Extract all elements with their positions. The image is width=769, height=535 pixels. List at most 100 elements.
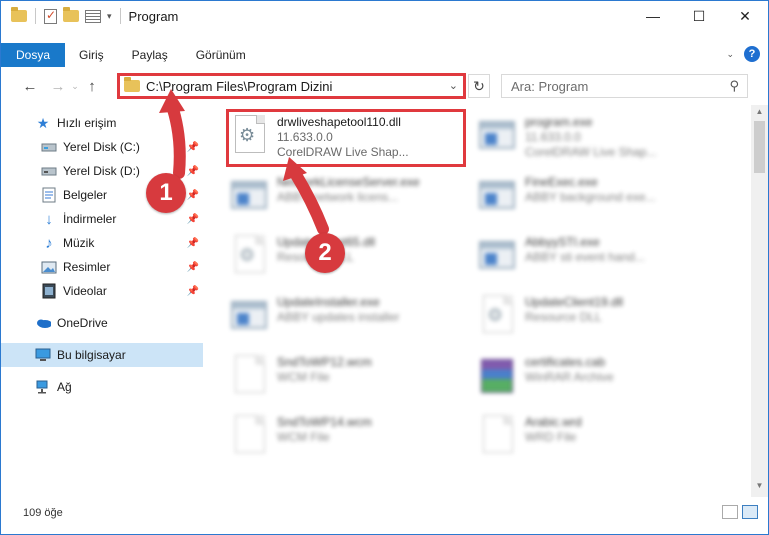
file-tile[interactable]: ⚙ UpdateClient65.dll Resource DLL (229, 231, 469, 289)
drive-icon (41, 163, 57, 179)
ribbon-tabs: Dosya Giriş Paylaş Görünüm ⌄ ? (1, 43, 768, 67)
ribbon-right-controls: ⌄ ? (726, 46, 760, 62)
file-tile[interactable]: ⚙ UpdateClient19.dll Resource DLL (477, 291, 717, 349)
tab-home[interactable]: Giriş (65, 43, 118, 67)
maximize-button[interactable]: ☐ (676, 1, 722, 31)
file-tile[interactable]: certificates.cab WinRAR Archive (477, 351, 717, 409)
item-count: 109 öğe (23, 507, 63, 519)
nav-item-label: Bu bilgisayar (57, 348, 126, 362)
exe-icon (229, 175, 269, 221)
address-path[interactable]: C:\Program Files\Program Dizini (146, 79, 332, 94)
close-button[interactable]: ✕ (722, 1, 768, 31)
exe-icon (477, 235, 517, 281)
file-tile[interactable]: FineExec.exe ABBY background exe... (477, 171, 717, 229)
file-version: 11.633.0.0 (525, 130, 581, 144)
details-view-icon[interactable] (722, 505, 738, 519)
file-description: ABBY background exe... (525, 190, 656, 204)
file-icon (229, 415, 269, 461)
new-folder-icon[interactable] (63, 7, 79, 22)
view-icon[interactable] (85, 9, 101, 23)
status-bar: 109 öğe (1, 501, 768, 525)
nav-item-pictures[interactable]: Resimler 📌 (1, 255, 203, 279)
pin-icon[interactable]: 📌 (187, 142, 199, 153)
file-icon (477, 415, 517, 461)
toolbar-divider (35, 8, 36, 24)
nav-this-pc[interactable]: Bu bilgisayar (1, 343, 203, 367)
title-bar: ▾ Program — ☐ ✕ (1, 1, 768, 31)
network-icon (35, 379, 51, 395)
nav-item-label: Videolar (63, 284, 107, 298)
explorer-window: ▾ Program — ☐ ✕ Dosya Giriş Paylaş Görün… (0, 0, 769, 535)
customize-toolbar-chevron-icon[interactable]: ▾ (107, 11, 112, 22)
tab-file[interactable]: Dosya (1, 43, 65, 67)
videos-icon (41, 283, 57, 299)
file-tile[interactable]: NetworkLicenseServer.exe ABBY network li… (229, 171, 469, 229)
nav-quick-access[interactable]: ★ Hızlı erişim (1, 111, 203, 135)
forward-arrow-icon[interactable]: → (47, 78, 69, 95)
file-tile[interactable]: AbbyySTI.exe ABBY sti event hand... (477, 231, 717, 289)
minimize-button[interactable]: — (630, 1, 676, 31)
folder-icon (11, 7, 27, 22)
file-name: FineExec.exe (525, 175, 598, 189)
expand-ribbon-chevron-icon[interactable]: ⌄ (726, 49, 734, 60)
pin-icon[interactable]: 📌 (187, 190, 199, 201)
scroll-up-icon[interactable]: ▲ (751, 107, 768, 121)
nav-onedrive[interactable]: OneDrive (1, 311, 203, 335)
scroll-down-icon[interactable]: ▼ (751, 481, 768, 495)
nav-network[interactable]: Ağ (1, 375, 203, 399)
pin-icon[interactable]: 📌 (187, 262, 199, 273)
scrollbar-thumb[interactable] (754, 121, 765, 173)
file-name: certificates.cab (525, 355, 606, 369)
exe-icon (477, 175, 517, 221)
file-name: Arabic.wrd (525, 415, 582, 429)
recent-locations-chevron-icon[interactable]: ⌄ (69, 81, 81, 92)
vertical-scrollbar[interactable]: ▲ ▼ (751, 105, 768, 497)
nav-item-c-drive[interactable]: Yerel Disk (C:) 📌 (1, 135, 203, 159)
address-bar[interactable]: C:\Program Files\Program Dizini ⌄ (117, 73, 466, 99)
tab-view[interactable]: Görünüm (182, 43, 260, 67)
file-name: NetworkLicenseServer.exe (277, 175, 420, 189)
file-description: ABBY network licens... (277, 190, 399, 204)
file-tile[interactable]: program.exe 11.633.0.0 CorelDRAW Live Sh… (477, 111, 717, 169)
nav-item-label: Hızlı erişim (57, 116, 117, 130)
quick-access-toolbar: ▾ (1, 1, 123, 31)
help-icon[interactable]: ? (744, 46, 760, 62)
file-description: ABBY updates installer (277, 310, 400, 324)
file-description: CorelDRAW Live Shap... (525, 145, 657, 159)
file-tile[interactable]: UpdateInstaller.exe ABBY updates install… (229, 291, 469, 349)
nav-item-music[interactable]: ♪ Müzik 📌 (1, 231, 203, 255)
nav-item-videos[interactable]: Videolar 📌 (1, 279, 203, 303)
file-description: WCM File (277, 430, 330, 444)
file-description: WinRAR Archive (525, 370, 614, 384)
nav-item-label: Müzik (63, 236, 95, 250)
dll-icon: ⚙ (477, 295, 517, 341)
file-tile[interactable]: Arabic.wrd WRD File (477, 411, 717, 469)
refresh-icon[interactable]: ↻ (468, 74, 490, 98)
properties-icon[interactable] (44, 8, 57, 24)
search-input[interactable] (511, 78, 711, 94)
exe-icon (229, 295, 269, 341)
exe-icon (477, 115, 517, 161)
file-tile[interactable]: SndToWP12.wcm WCM File (229, 351, 469, 409)
file-name: SndToWP12.wcm (277, 355, 372, 369)
pin-icon[interactable]: 📌 (187, 286, 199, 297)
up-arrow-icon[interactable]: ↑ (81, 78, 103, 95)
toolbar-divider (119, 8, 121, 24)
back-arrow-icon[interactable]: ← (19, 78, 41, 95)
address-folder-icon (124, 77, 140, 92)
address-dropdown-icon[interactable]: ⌄ (449, 79, 458, 92)
search-icon[interactable]: ⚲ (729, 78, 739, 94)
window-controls: — ☐ ✕ (630, 1, 768, 31)
search-box[interactable]: ⚲ (501, 74, 748, 98)
tab-share[interactable]: Paylaş (118, 43, 182, 67)
file-tile[interactable]: SndToWP14.wcm WCM File (229, 411, 469, 469)
file-name: AbbyySTI.exe (525, 235, 600, 249)
pin-icon[interactable]: 📌 (187, 166, 199, 177)
pin-icon[interactable]: 📌 (187, 214, 199, 225)
nav-item-label: İndirmeler (63, 212, 117, 226)
pin-icon[interactable]: 📌 (187, 238, 199, 249)
window-title: Program (128, 8, 179, 24)
file-name: program.exe (525, 115, 593, 129)
tiles-view-icon[interactable] (742, 505, 758, 519)
step-marker-2: 2 (305, 233, 345, 273)
